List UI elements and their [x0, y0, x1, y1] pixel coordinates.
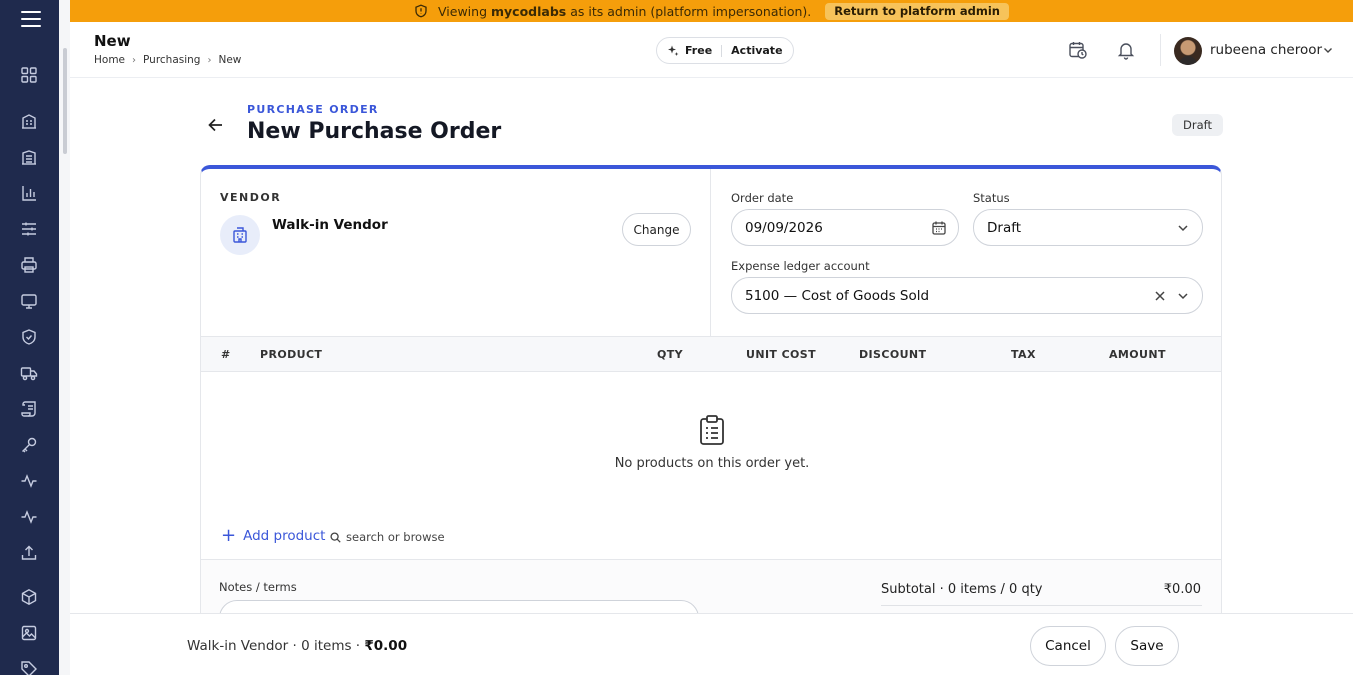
warehouse-icon[interactable]	[20, 148, 38, 166]
chevron-down-icon[interactable]	[1175, 220, 1191, 236]
shield-check-icon[interactable]	[20, 328, 38, 346]
status-badge: Draft	[1172, 114, 1223, 136]
hamburger-menu-icon[interactable]	[19, 9, 43, 29]
column-header-qty: QTY	[657, 348, 684, 361]
column-header-number: #	[221, 348, 231, 361]
product-search-hint[interactable]: search or browse	[330, 530, 445, 544]
column-header-unit-cost: UNIT COST	[746, 348, 817, 361]
back-arrow-icon[interactable]	[206, 115, 226, 135]
notes-label: Notes / terms	[219, 580, 297, 594]
activate-button[interactable]: Activate	[731, 44, 782, 57]
sticky-footer: Walk-in Vendor · 0 items · ₹0.00 Cancel …	[70, 613, 1353, 675]
upload-icon[interactable]	[20, 544, 38, 562]
image-icon[interactable]	[20, 624, 38, 642]
vendor-building-icon	[220, 215, 260, 255]
monitor-icon[interactable]	[20, 292, 38, 310]
status-select[interactable]: Draft	[973, 209, 1203, 246]
banner-org-name: mycodlabs	[491, 3, 567, 19]
status-value: Draft	[987, 219, 1022, 236]
sidebar	[0, 0, 59, 675]
breadcrumb: Home › Purchasing › New	[94, 54, 241, 66]
chevron-right-icon: ›	[207, 54, 212, 66]
dashboard-grid-icon[interactable]	[20, 66, 38, 84]
order-summary-text: Walk-in Vendor · 0 items ·	[187, 638, 365, 654]
package-icon[interactable]	[20, 588, 38, 606]
order-date-label: Order date	[731, 191, 794, 205]
breadcrumb-purchasing[interactable]: Purchasing	[143, 54, 200, 66]
clear-icon[interactable]	[1152, 288, 1168, 304]
chevron-right-icon: ›	[132, 54, 137, 66]
status-label: Status	[973, 191, 1010, 205]
vendor-name: Walk-in Vendor	[272, 217, 388, 233]
change-vendor-button[interactable]: Change	[622, 213, 691, 246]
document-type-label: PURCHASE ORDER	[247, 103, 379, 116]
order-date-field[interactable]: 09/09/2026	[731, 209, 959, 246]
sparkle-icon	[668, 45, 679, 56]
expense-ledger-value: 5100 — Cost of Goods Sold	[745, 287, 930, 304]
column-header-amount: AMOUNT	[1109, 348, 1166, 361]
tag-icon[interactable]	[20, 660, 38, 675]
printer-icon[interactable]	[20, 256, 38, 274]
line-items-table-header: # PRODUCT QTY UNIT COST DISCOUNT TAX AMO…	[201, 336, 1221, 372]
column-header-discount: DISCOUNT	[859, 348, 927, 361]
subtotal-label: Subtotal · 0 items / 0 qty	[881, 582, 1043, 597]
expense-ledger-select[interactable]: 5100 — Cost of Goods Sold	[731, 277, 1203, 314]
avatar[interactable]	[1174, 37, 1202, 65]
save-button[interactable]: Save	[1115, 626, 1179, 666]
plus-icon: +	[221, 525, 237, 546]
chevron-down-icon[interactable]	[1175, 288, 1191, 304]
plan-label: Free	[685, 44, 713, 57]
order-date-value: 09/09/2026	[745, 219, 823, 236]
scroll-icon[interactable]	[20, 400, 38, 418]
banner-text-after: as its admin (platform impersonation).	[570, 3, 812, 19]
building-icon[interactable]	[20, 112, 38, 130]
clipboard-icon	[700, 415, 724, 445]
breadcrumb-home[interactable]: Home	[94, 54, 125, 66]
order-summary-total: ₹0.00	[364, 638, 408, 654]
key-icon[interactable]	[20, 436, 38, 454]
chevron-down-icon[interactable]	[1322, 44, 1334, 56]
bell-icon[interactable]	[1116, 40, 1136, 60]
cancel-button[interactable]: Cancel	[1030, 626, 1106, 666]
truck-icon[interactable]	[20, 364, 38, 382]
add-product-button[interactable]: + Add product	[221, 527, 325, 545]
bar-chart-icon[interactable]	[20, 184, 38, 202]
calendar-clock-icon[interactable]	[1068, 40, 1088, 60]
search-or-browse-label: search or browse	[346, 530, 445, 544]
pulse-icon[interactable]	[20, 508, 38, 526]
breadcrumb-current: New	[218, 54, 242, 66]
return-to-platform-admin-button[interactable]: Return to platform admin	[825, 2, 1009, 20]
order-summary: Walk-in Vendor · 0 items · ₹0.00	[187, 638, 407, 654]
search-icon	[330, 531, 341, 543]
warning-icon	[415, 4, 427, 18]
column-header-tax: TAX	[1011, 348, 1036, 361]
banner-text-before: Viewing	[438, 3, 488, 19]
plan-pill: Free Activate	[656, 37, 794, 64]
empty-state-message: No products on this order yet.	[614, 456, 810, 471]
document-title: New Purchase Order	[247, 119, 502, 144]
calendar-icon[interactable]	[931, 220, 947, 236]
user-name[interactable]: rubeena cheroor	[1210, 42, 1322, 58]
scrollbar-thumb[interactable]	[63, 48, 67, 154]
subtotal-value: ₹0.00	[1163, 582, 1201, 597]
impersonation-banner: Viewing mycodlabs as its admin (platform…	[70, 0, 1353, 22]
add-product-label: Add product	[243, 528, 326, 544]
top-header: New Home › Purchasing › New Free Activat…	[70, 22, 1353, 78]
vendor-section: VENDOR Walk-in Vendor Change	[201, 169, 711, 336]
sliders-icon[interactable]	[20, 220, 38, 238]
expense-ledger-label: Expense ledger account	[731, 259, 870, 273]
vendor-section-label: VENDOR	[220, 191, 282, 204]
activity-icon[interactable]	[20, 472, 38, 490]
column-header-product: PRODUCT	[260, 348, 323, 361]
page-title: New	[94, 32, 131, 50]
purchase-order-card: VENDOR Walk-in Vendor Change Order date …	[200, 165, 1222, 615]
